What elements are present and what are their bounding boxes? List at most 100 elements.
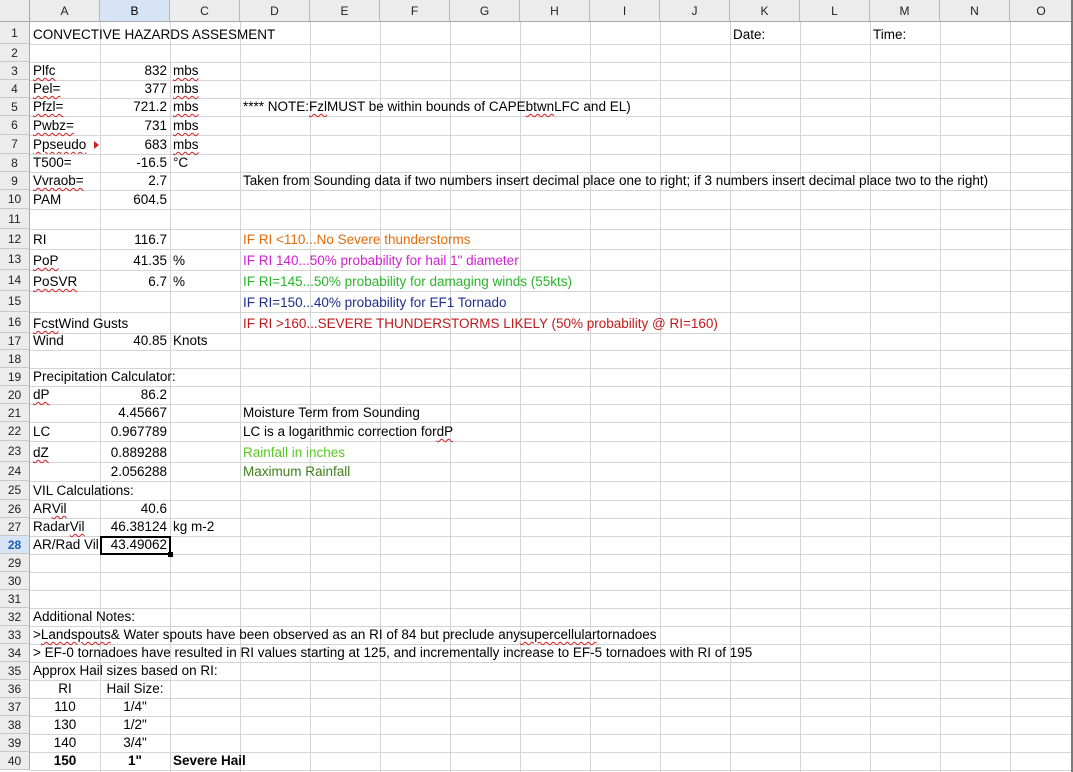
row-header-39[interactable]: 39 <box>0 734 30 752</box>
row-header-19[interactable]: 19 <box>0 368 30 386</box>
cell-A22[interactable]: LC <box>30 422 53 441</box>
cell-K1[interactable]: Date: <box>730 22 768 44</box>
cell-A26[interactable]: AR Vil <box>30 500 70 518</box>
cell-A6[interactable]: Pwbz= <box>30 116 77 135</box>
cell-B13[interactable]: 41.35 <box>100 249 170 270</box>
cell-A13[interactable]: PoP <box>30 249 62 270</box>
row-header-32[interactable]: 32 <box>0 608 30 626</box>
ri-threshold-150[interactable]: IF RI=150 ...40% probability for EF1 Torn… <box>240 291 510 312</box>
cell-C4[interactable]: mbs <box>170 80 202 98</box>
row-header-38[interactable]: 38 <box>0 716 30 734</box>
cell-B26[interactable]: 40.6 <box>100 500 170 518</box>
row-header-12[interactable]: 12 <box>0 229 30 249</box>
row-header-26[interactable]: 26 <box>0 500 30 518</box>
cell-C3[interactable]: mbs <box>170 62 202 80</box>
cell-B27[interactable]: 46.38124 <box>100 518 170 536</box>
row-header-9[interactable]: 9 <box>0 172 30 190</box>
row-header-6[interactable]: 6 <box>0 116 30 135</box>
cell-C17[interactable]: Knots <box>170 333 211 350</box>
row-header-37[interactable]: 37 <box>0 698 30 716</box>
ri-threshold-145[interactable]: IF RI=145 ...50% probability for damaging… <box>240 270 575 291</box>
hail-table-header-size[interactable]: Hail Size: <box>100 680 170 698</box>
row-header-25[interactable]: 25 <box>0 481 30 500</box>
cell-A10[interactable]: PAM <box>30 190 64 209</box>
row-header-1[interactable]: 1 <box>0 22 30 44</box>
cell-M1[interactable]: Time: <box>870 22 909 44</box>
hail-size-110[interactable]: 1/4" <box>100 698 170 716</box>
spreadsheet-grid[interactable]: ABCDEFGHIJKLMNO 1 2 3 4 5 6 7 8 9 10 11 12 13 14 15 16 1… <box>0 0 1073 772</box>
column-header-o[interactable]: O <box>1010 0 1073 22</box>
cell-B23[interactable]: 0.889288 <box>100 441 170 462</box>
row-header-14[interactable]: 14 <box>0 270 30 291</box>
row-header-23[interactable]: 23 <box>0 441 30 462</box>
cell-A4[interactable]: Pel= <box>30 80 63 98</box>
hail-size-140[interactable]: 3/4" <box>100 734 170 752</box>
row-header-16[interactable]: 16 <box>0 312 30 333</box>
cell-B6[interactable]: 731 <box>100 116 170 135</box>
row-header-40[interactable]: 40 <box>0 752 30 770</box>
cell-A16[interactable]: Fcst Wind Gusts <box>30 312 131 333</box>
cell-D21[interactable]: Moisture Term from Sounding <box>240 404 423 422</box>
sheet-title-cell[interactable]: CONVECTIVE HAZARDS ASSESMENT <box>30 22 278 44</box>
cell-B4[interactable]: 377 <box>100 80 170 98</box>
column-header-k[interactable]: K <box>730 0 800 22</box>
sounding-note-cell[interactable]: Taken from Sounding data if two numbers … <box>240 172 991 190</box>
row-header-18[interactable]: 18 <box>0 350 30 368</box>
cell-A14[interactable]: PoSVR <box>30 270 80 291</box>
cell-A8[interactable]: T500= <box>30 154 75 172</box>
severe-hail-label[interactable]: Severe Hail <box>170 752 249 770</box>
column-header-m[interactable]: M <box>870 0 940 22</box>
row-header-22[interactable]: 22 <box>0 422 30 441</box>
hail-size-130[interactable]: 1/2" <box>100 716 170 734</box>
cell-D23[interactable]: Rainfall in inches <box>240 441 348 462</box>
cell-A7[interactable]: Ppseudo <box>30 135 100 154</box>
row-header-4[interactable]: 4 <box>0 80 30 98</box>
note-cape-cell[interactable]: **** NOTE: Fzl MUST be within bounds of … <box>240 98 634 116</box>
row-header-34[interactable]: 34 <box>0 644 30 662</box>
cell-A12[interactable]: RI <box>30 229 50 249</box>
cell-D24[interactable]: Maximum Rainfall <box>240 462 353 481</box>
cell-A33[interactable]: > Landspouts & Water spouts have been ob… <box>30 626 660 644</box>
cell-B17[interactable]: 40.85 <box>100 333 170 350</box>
active-cell-cursor[interactable] <box>100 536 171 555</box>
cell-B8[interactable]: -16.5 <box>100 154 170 172</box>
cell-C6[interactable]: mbs <box>170 116 202 135</box>
row-header-11[interactable]: 11 <box>0 209 30 229</box>
cell-A34[interactable]: > EF-0 tornadoes have resulted in RI val… <box>30 644 755 662</box>
hail-table-header-ri[interactable]: RI <box>30 680 100 698</box>
cell-A25[interactable]: VIL Calculations: <box>30 481 137 500</box>
cell-B7[interactable]: 683 <box>100 135 170 154</box>
row-header-10[interactable]: 10 <box>0 190 30 209</box>
row-header-15[interactable]: 15 <box>0 291 30 312</box>
column-header-h[interactable]: H <box>520 0 590 22</box>
cell-B12[interactable]: 116.7 <box>100 229 170 249</box>
hail-ri-150[interactable]: 150 <box>30 752 100 770</box>
cell-C27[interactable]: kg m-2 <box>170 518 217 536</box>
cell-B9[interactable]: 2.7 <box>100 172 170 190</box>
cell-A23[interactable]: dZ <box>30 441 52 462</box>
hail-ri-130[interactable]: 130 <box>30 716 100 734</box>
row-header-36[interactable]: 36 <box>0 680 30 698</box>
column-header-a[interactable]: A <box>30 0 100 22</box>
column-header-i[interactable]: I <box>590 0 660 22</box>
cell-C14[interactable]: % <box>170 270 188 291</box>
cell-B5[interactable]: 721.2 <box>100 98 170 116</box>
row-header-29[interactable]: 29 <box>0 554 30 572</box>
cell-A5[interactable]: Pfzl= <box>30 98 66 116</box>
cell-A32[interactable]: Additional Notes: <box>30 608 138 626</box>
cell-A17[interactable]: Wind <box>30 333 67 350</box>
row-header-30[interactable]: 30 <box>0 572 30 590</box>
cell-A27[interactable]: Radar Vil <box>30 518 88 536</box>
column-header-c[interactable]: C <box>170 0 240 22</box>
row-header-3[interactable]: 3 <box>0 62 30 80</box>
row-header-2[interactable]: 2 <box>0 44 30 62</box>
hail-ri-140[interactable]: 140 <box>30 734 100 752</box>
cell-B14[interactable]: 6.7 <box>100 270 170 291</box>
hail-ri-110[interactable]: 110 <box>30 698 100 716</box>
row-header-31[interactable]: 31 <box>0 590 30 608</box>
ri-threshold-160[interactable]: IF RI >160 ...SEVERE THUNDERSTORMS LIKELY… <box>240 312 721 333</box>
column-header-g[interactable]: G <box>450 0 520 22</box>
cell-D22[interactable]: LC is a logarithmic correction for dP <box>240 422 456 441</box>
cell-A35[interactable]: Approx Hail sizes based on RI: <box>30 662 221 680</box>
cell-B21[interactable]: 4.45667 <box>100 404 170 422</box>
